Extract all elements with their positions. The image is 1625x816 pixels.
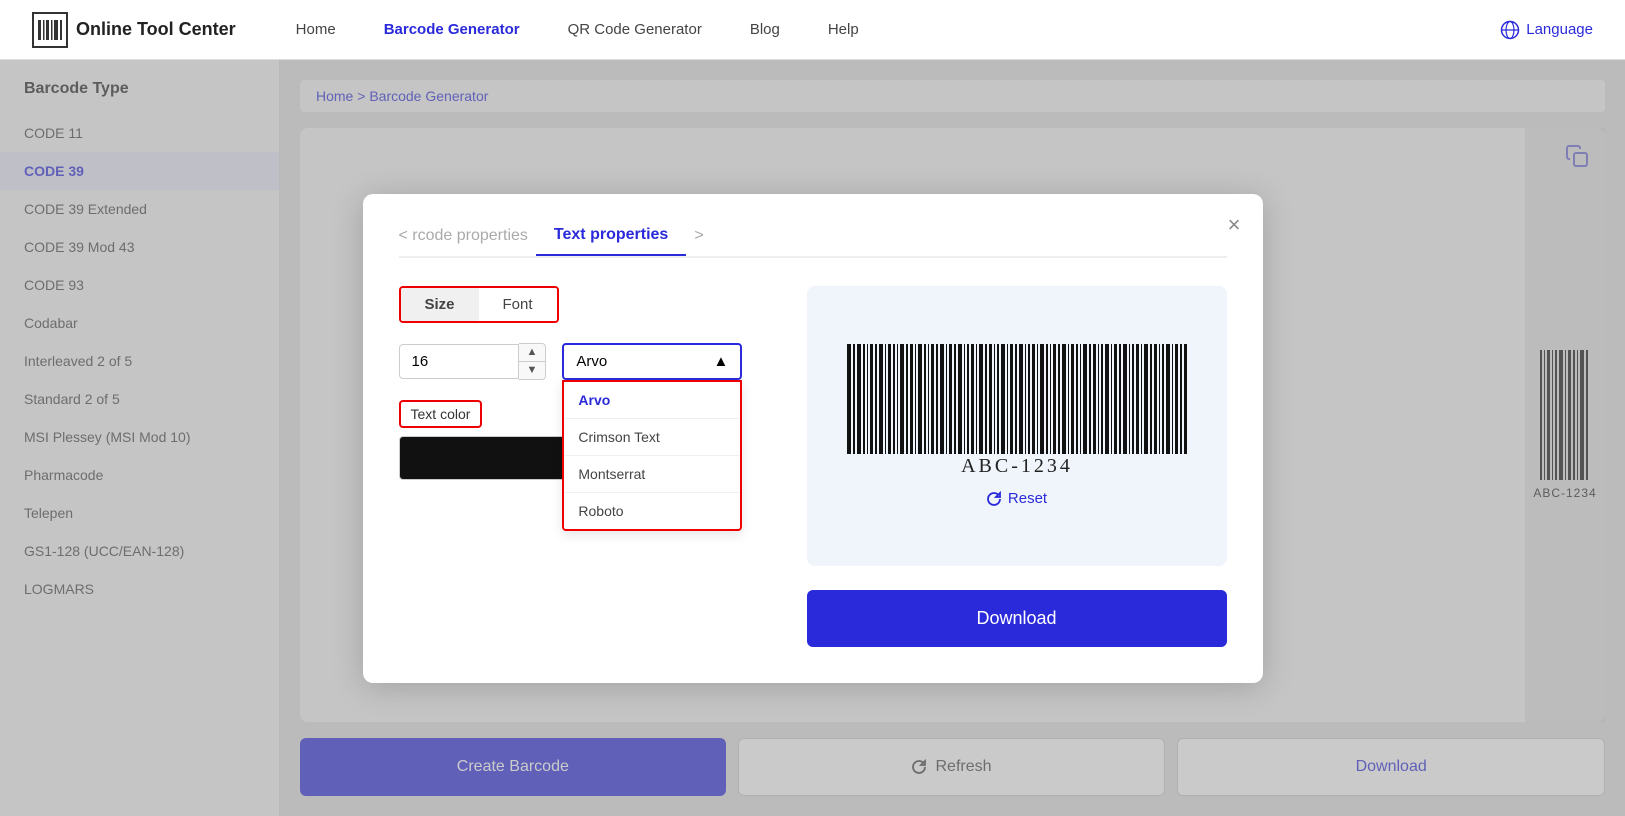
logo-text: Online Tool Center [76, 19, 236, 40]
font-dropdown: Arvo ▲ Arvo Crimson Text Montserrat Robo… [562, 343, 742, 380]
form-section-tabs: Size Font [399, 286, 559, 323]
text-color-label: Text color [399, 400, 483, 428]
nav-blog[interactable]: Blog [750, 21, 780, 38]
modal-body: Size Font ▲ ▼ [399, 286, 1227, 647]
logo-icon [32, 12, 68, 48]
modal-tabs: < rcode properties Text properties > [399, 226, 1227, 258]
header: Online Tool Center Home Barcode Generato… [0, 0, 1625, 60]
modal-tab-text-properties[interactable]: Text properties [536, 226, 686, 256]
modal-overlay: × < rcode properties Text properties > S… [0, 60, 1625, 816]
main-nav: Home Barcode Generator QR Code Generator… [296, 21, 1501, 38]
barcode-preview-box: ABC-1234 Reset [807, 286, 1227, 566]
svg-text:ABC-1234: ABC-1234 [961, 455, 1073, 474]
modal-tab-prev[interactable]: < rcode properties [399, 227, 536, 255]
size-input-group: ▲ ▼ [399, 343, 547, 380]
nav-home[interactable]: Home [296, 21, 336, 38]
modal: × < rcode properties Text properties > S… [363, 194, 1263, 683]
reset-button[interactable]: Reset [986, 490, 1047, 507]
font-option-crimson[interactable]: Crimson Text [564, 418, 740, 455]
font-selected-label: Arvo [576, 353, 607, 370]
language-label: Language [1526, 21, 1593, 38]
size-input[interactable] [399, 344, 519, 379]
main-layout: Barcode Type CODE 11 CODE 39 CODE 39 Ext… [0, 60, 1625, 816]
logo: Online Tool Center [32, 12, 236, 48]
barcode-preview-svg: ABC-1234 [847, 344, 1187, 474]
font-option-roboto[interactable]: Roboto [564, 492, 740, 529]
reset-icon [986, 491, 1002, 507]
modal-right: ABC-1234 Reset Download [807, 286, 1227, 647]
size-arrows: ▲ ▼ [519, 343, 547, 380]
form-tab-size[interactable]: Size [401, 288, 479, 321]
size-down-button[interactable]: ▼ [519, 362, 546, 379]
size-up-button[interactable]: ▲ [519, 344, 546, 362]
chevron-up-icon: ▲ [714, 353, 729, 370]
form-tab-font[interactable]: Font [479, 288, 557, 321]
color-swatch[interactable] [399, 436, 579, 480]
font-dropdown-list: Arvo Crimson Text Montserrat Roboto [562, 380, 742, 531]
modal-close-button[interactable]: × [1228, 212, 1241, 238]
nav-barcode-generator[interactable]: Barcode Generator [384, 21, 520, 38]
nav-qr-code-generator[interactable]: QR Code Generator [568, 21, 702, 38]
modal-tab-next[interactable]: > [686, 227, 703, 255]
nav-help[interactable]: Help [828, 21, 859, 38]
language-button[interactable]: Language [1500, 20, 1593, 40]
globe-icon [1500, 20, 1520, 40]
download-modal-button[interactable]: Download [807, 590, 1227, 647]
reset-label: Reset [1008, 490, 1047, 507]
font-option-arvo[interactable]: Arvo [564, 382, 740, 418]
font-option-montserrat[interactable]: Montserrat [564, 455, 740, 492]
font-dropdown-button[interactable]: Arvo ▲ [562, 343, 742, 380]
modal-left: Size Font ▲ ▼ [399, 286, 775, 647]
